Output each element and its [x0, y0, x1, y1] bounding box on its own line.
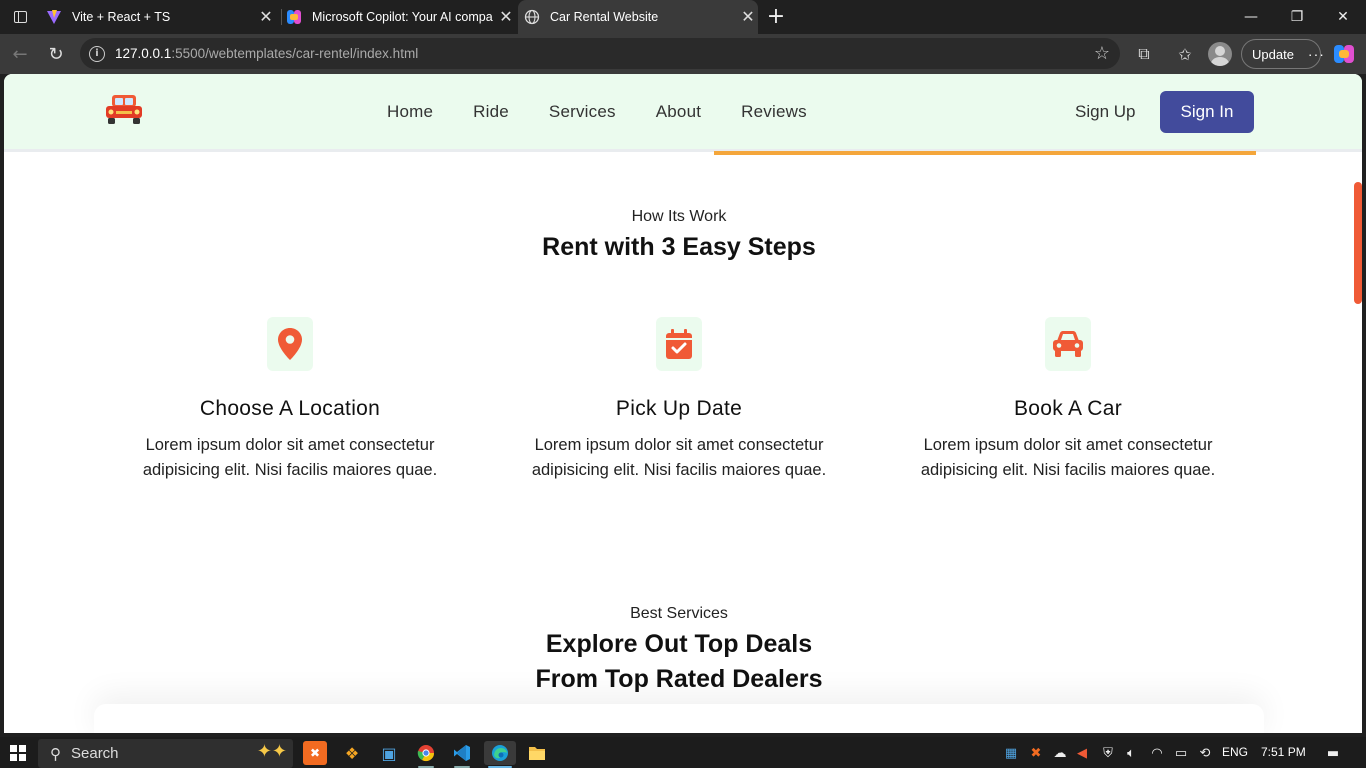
step-title: Book A Car [1013, 397, 1123, 420]
step-title: Choose A Location [199, 397, 381, 420]
battery-icon[interactable]: ▭ [1172, 744, 1190, 762]
tab-title: Microsoft Copilot: Your AI compa [312, 10, 493, 24]
car-icon [1045, 317, 1091, 371]
step-card: Choose A Location Lorem ipsum dolor sit … [95, 317, 485, 483]
deal-cards-edge [94, 704, 1264, 733]
computer-app-icon[interactable]: ▣ [377, 741, 401, 765]
browser-toolbar: ← ↻ i 127.0.0.1:5500/webtemplates/car-re… [0, 34, 1366, 74]
step-text-line: Lorem ipsum dolor sit amet consectetur [145, 436, 435, 454]
close-tab-icon[interactable]: ✕ [256, 7, 276, 27]
site-header: Home Ride Services About Reviews Sign Up… [4, 74, 1362, 152]
services-subtitle: Best Services [630, 605, 728, 622]
search-icon: ⚲ [50, 745, 61, 763]
windows-start-icon[interactable] [10, 745, 26, 761]
step-text-line: adipisicing elit. Nisi facilis maiores q… [531, 461, 827, 479]
refresh-icon[interactable]: ↻ [42, 40, 70, 68]
tab-copilot[interactable]: Microsoft Copilot: Your AI compa ✕ [286, 0, 516, 34]
profile-avatar[interactable] [1208, 42, 1232, 66]
url-text: 127.0.0.1:5500/webtemplates/car-rentel/i… [115, 46, 418, 61]
services-title-line1: Explore Out Top Deals [545, 630, 813, 658]
tab-vite[interactable]: Vite + React + TS ✕ [46, 0, 276, 34]
step-text-line: adipisicing elit. Nisi facilis maiores q… [920, 461, 1216, 479]
tray-app-icon[interactable]: ⟲ [1196, 744, 1214, 762]
extensions-icon[interactable]: ⧉ [1132, 42, 1156, 66]
restore-icon[interactable]: ❐ [1274, 0, 1320, 34]
step-description: Lorem ipsum dolor sit amet consectetur ad… [873, 433, 1263, 483]
favorites-icon[interactable]: ✩ [1173, 42, 1197, 66]
url-path: :5500/webtemplates/car-rentel/index.html [171, 46, 419, 61]
step-card: Pick Up Date Lorem ipsum dolor sit amet … [484, 317, 874, 483]
tray-app-icon[interactable]: ◀ [1073, 744, 1091, 762]
location-pin-icon [267, 317, 313, 371]
scroll-progress-bar [714, 151, 1256, 155]
globe-icon [524, 9, 540, 25]
sparkle-icon: ✦✦ [256, 741, 287, 761]
car-logo-icon[interactable] [104, 92, 144, 126]
notifications-icon[interactable]: ▬ [1324, 744, 1342, 762]
copilot-sidebar-icon[interactable] [1333, 43, 1355, 65]
windows-taskbar: ⚲ Search ✦✦ ✖ ❖ ▣ ▦ ✖ ☁ ◀ ⛨ 🔈︎ ◠ ▭ ⟲ ENG… [0, 737, 1366, 768]
nav-services[interactable]: Services [549, 102, 616, 122]
tab-actions-icon[interactable] [8, 6, 32, 28]
nav-home[interactable]: Home [387, 102, 433, 122]
sign-in-button[interactable]: Sign In [1160, 91, 1254, 133]
close-tab-icon[interactable]: ✕ [496, 7, 516, 27]
taskbar-search[interactable]: ⚲ Search ✦✦ [38, 739, 293, 768]
browser-tab-bar: Vite + React + TS ✕ Microsoft Copilot: Y… [0, 0, 1366, 34]
step-text-line: Lorem ipsum dolor sit amet consectetur [534, 436, 824, 454]
app-icon[interactable]: ❖ [340, 741, 364, 765]
close-window-icon[interactable]: ✕ [1320, 0, 1366, 34]
how-it-works-title: Rent with 3 Easy Steps [542, 233, 816, 261]
page-viewport: Home Ride Services About Reviews Sign Up… [4, 74, 1362, 733]
wifi-icon[interactable]: ◠ [1148, 744, 1166, 762]
step-description: Lorem ipsum dolor sit amet consectetur ad… [484, 433, 874, 483]
step-card: Book A Car Lorem ipsum dolor sit amet co… [873, 317, 1263, 483]
site-info-icon[interactable]: i [89, 45, 105, 62]
language-indicator[interactable]: ENG [1222, 745, 1248, 759]
search-label: Search [71, 745, 119, 762]
step-text-line: Lorem ipsum dolor sit amet consectetur [923, 436, 1213, 454]
tray-app-icon[interactable]: ▦ [1002, 744, 1020, 762]
minimize-icon[interactable]: — [1228, 0, 1274, 34]
favorite-star-icon[interactable]: ☆ [1094, 43, 1110, 64]
step-description: Lorem ipsum dolor sit amet consectetur ad… [95, 433, 485, 483]
nav-about[interactable]: About [656, 102, 701, 122]
vite-logo-icon [47, 10, 61, 24]
file-explorer-icon[interactable] [525, 741, 549, 765]
main-nav: Home Ride Services About Reviews [387, 102, 847, 122]
step-title: Pick Up Date [615, 397, 743, 420]
vscode-app-icon[interactable] [450, 741, 474, 768]
how-it-works-subtitle: How Its Work [631, 208, 727, 225]
address-bar[interactable]: i 127.0.0.1:5500/webtemplates/car-rentel… [80, 38, 1120, 69]
xampp-app-icon[interactable]: ✖ [303, 741, 327, 765]
calendar-check-icon [656, 317, 702, 371]
sign-up-link[interactable]: Sign Up [1075, 102, 1135, 122]
close-tab-icon[interactable]: ✕ [738, 7, 758, 27]
security-shield-icon[interactable]: ⛨ [1099, 744, 1117, 762]
services-title-line2: From Top Rated Dealers [535, 665, 823, 693]
edge-app-icon[interactable] [484, 741, 516, 768]
tab-separator [281, 9, 282, 25]
step-text-line: adipisicing elit. Nisi facilis maiores q… [142, 461, 438, 479]
update-button[interactable]: Update ··· [1241, 39, 1324, 69]
chrome-app-icon[interactable] [414, 741, 438, 768]
new-tab-button[interactable]: + [764, 4, 788, 29]
tab-title: Car Rental Website [550, 10, 659, 24]
nav-ride[interactable]: Ride [473, 102, 509, 122]
tab-title: Vite + React + TS [72, 10, 171, 24]
clock[interactable]: 7:51 PM [1261, 745, 1306, 759]
back-arrow-icon[interactable]: ← [6, 40, 34, 68]
tab-car-rental[interactable]: Car Rental Website ✕ [518, 0, 758, 34]
url-host: 127.0.0.1 [115, 46, 172, 61]
onedrive-icon[interactable]: ☁ [1051, 744, 1069, 762]
update-label: Update [1252, 46, 1294, 62]
more-menu-icon[interactable]: ··· [1308, 46, 1325, 62]
scrollbar-thumb[interactable] [1354, 182, 1362, 304]
nav-reviews[interactable]: Reviews [741, 102, 807, 122]
tray-xampp-icon[interactable]: ✖ [1027, 744, 1045, 762]
volume-icon[interactable]: 🔈︎ [1122, 744, 1140, 762]
copilot-logo-icon [287, 10, 301, 24]
